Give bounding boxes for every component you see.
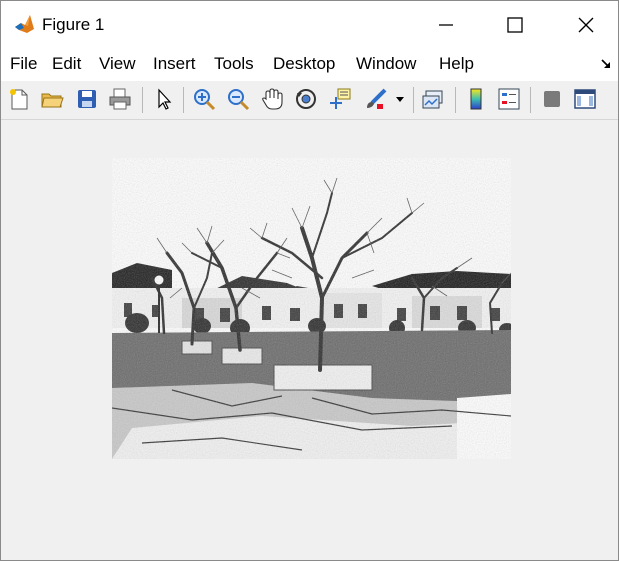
pan-hand-icon <box>262 88 283 110</box>
pan-button[interactable] <box>259 86 285 112</box>
figure-toolbar <box>1 81 618 120</box>
data-cursor-icon <box>330 88 351 109</box>
figure-window: Figure 1 File Edit View Insert Tools Des… <box>0 0 619 561</box>
title-bar: Figure 1 <box>1 1 618 49</box>
edit-plot-button[interactable] <box>151 86 177 112</box>
maximize-icon <box>507 17 523 33</box>
dock-arrow-icon[interactable] <box>600 58 612 70</box>
toolbar-separator <box>413 87 414 113</box>
menu-tools[interactable]: Tools <box>214 54 254 74</box>
brush-dropdown-button[interactable] <box>393 86 407 112</box>
save-icon <box>78 90 96 108</box>
close-button[interactable] <box>563 1 609 49</box>
image-axes[interactable] <box>112 158 511 459</box>
brush-icon <box>367 88 387 109</box>
maximize-button[interactable] <box>492 1 538 49</box>
print-button[interactable] <box>107 86 133 112</box>
chevron-down-icon <box>396 97 404 102</box>
window-title: Figure 1 <box>42 15 105 34</box>
new-figure-button[interactable] <box>6 86 32 112</box>
toolbar-separator <box>530 87 531 113</box>
edit-plot-arrow-icon <box>158 88 172 110</box>
menu-bar: File Edit View Insert Tools Desktop Wind… <box>1 49 618 81</box>
zoom-in-icon <box>194 89 216 111</box>
minimize-icon <box>439 24 453 26</box>
new-figure-icon <box>10 89 28 110</box>
data-cursor-button[interactable] <box>327 86 353 112</box>
show-plot-tools-icon <box>574 89 596 109</box>
hide-plot-tools-button[interactable] <box>539 86 565 112</box>
show-plot-tools-button[interactable] <box>572 86 598 112</box>
legend-icon <box>498 88 520 110</box>
zoom-out-button[interactable] <box>225 86 251 112</box>
rotate-3d-button[interactable] <box>293 86 319 112</box>
toolbar-separator <box>183 87 184 113</box>
rotate-3d-icon <box>296 89 316 109</box>
legend-button[interactable] <box>496 86 522 112</box>
matlab-logo-icon <box>13 13 35 35</box>
menu-insert[interactable]: Insert <box>153 54 196 74</box>
colorbar-button[interactable] <box>463 86 489 112</box>
open-file-icon <box>41 93 64 108</box>
menu-edit[interactable]: Edit <box>52 54 81 74</box>
save-button[interactable] <box>74 86 100 112</box>
brush-button[interactable] <box>363 86 389 112</box>
menu-view[interactable]: View <box>99 54 136 74</box>
hide-plot-tools-icon <box>544 91 560 107</box>
open-file-button[interactable] <box>39 86 65 112</box>
colorbar-icon <box>470 88 482 110</box>
print-icon <box>109 88 131 110</box>
minimize-button[interactable] <box>423 1 469 49</box>
link-plot-button[interactable] <box>420 86 446 112</box>
zoom-in-button[interactable] <box>191 86 217 112</box>
toolbar-separator <box>455 87 456 113</box>
menu-file[interactable]: File <box>10 54 37 74</box>
toolbar-separator <box>142 87 143 113</box>
menu-desktop[interactable]: Desktop <box>273 54 335 74</box>
courtyard-trees-image <box>112 158 511 459</box>
link-plot-icon <box>422 90 443 109</box>
menu-window[interactable]: Window <box>356 54 416 74</box>
menu-help[interactable]: Help <box>439 54 474 74</box>
close-icon <box>578 17 594 33</box>
zoom-out-icon <box>228 89 250 111</box>
